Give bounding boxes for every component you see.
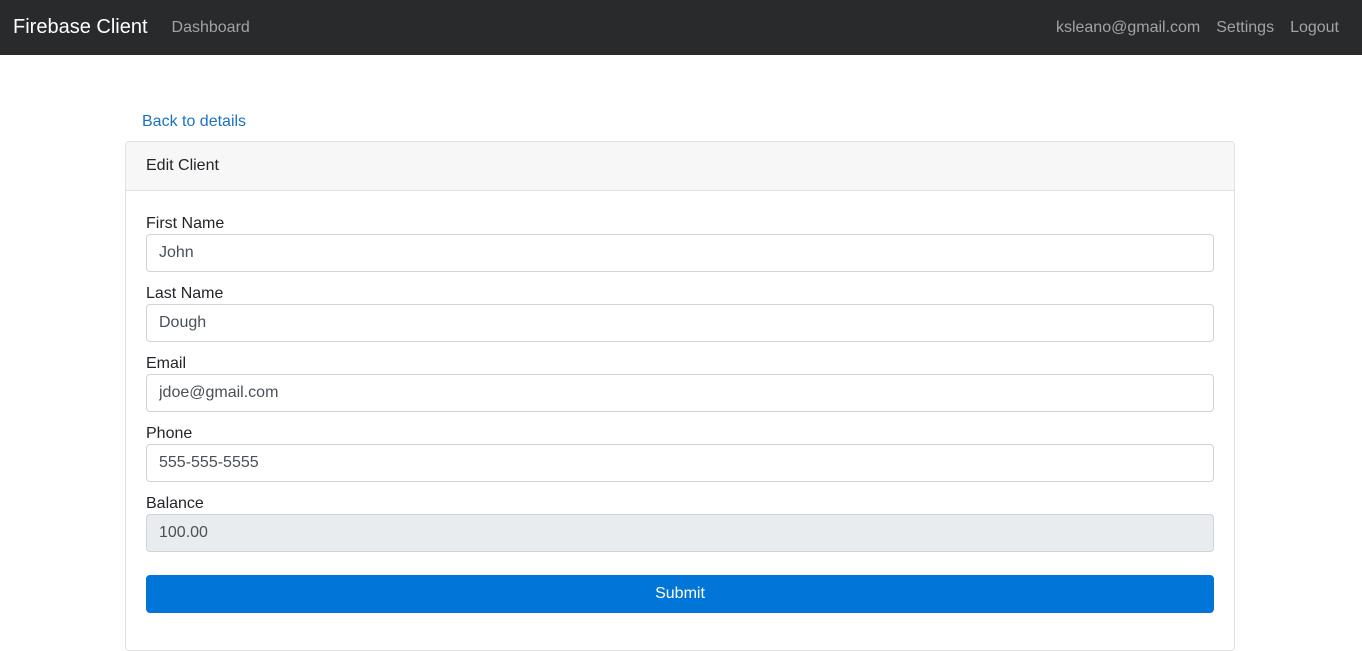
form-group-last-name: Last Name bbox=[146, 283, 1214, 353]
nav-link-settings[interactable]: Settings bbox=[1216, 19, 1274, 37]
nav-link-logout[interactable]: Logout bbox=[1290, 19, 1339, 37]
email-label: Email bbox=[146, 355, 187, 372]
first-name-label: First Name bbox=[146, 215, 225, 232]
first-name-input[interactable] bbox=[146, 234, 1214, 272]
form-group-phone: Phone bbox=[146, 423, 1214, 493]
card-header: Edit Client bbox=[126, 142, 1234, 191]
phone-input[interactable] bbox=[146, 444, 1214, 482]
submit-button[interactable]: Submit bbox=[146, 575, 1214, 613]
last-name-input[interactable] bbox=[146, 304, 1214, 342]
edit-client-card: Edit Client First Name Last Name Email P… bbox=[125, 141, 1235, 651]
navbar-brand[interactable]: Firebase Client bbox=[13, 16, 148, 39]
back-to-details-link[interactable]: Back to details bbox=[142, 113, 246, 131]
form-group-balance: Balance bbox=[146, 493, 1214, 563]
edit-client-form: First Name Last Name Email Phone Balance… bbox=[126, 191, 1234, 613]
balance-label: Balance bbox=[146, 495, 204, 512]
top-navbar: Firebase Client Dashboard ksleano@gmail.… bbox=[0, 0, 1362, 55]
form-group-email: Email bbox=[146, 353, 1214, 423]
form-group-first-name: First Name bbox=[146, 213, 1214, 283]
nav-link-dashboard[interactable]: Dashboard bbox=[172, 19, 250, 37]
navbar-right-group: ksleano@gmail.com Settings Logout bbox=[1056, 19, 1349, 37]
email-input[interactable] bbox=[146, 374, 1214, 412]
phone-label: Phone bbox=[146, 425, 193, 442]
balance-input bbox=[146, 514, 1214, 552]
last-name-label: Last Name bbox=[146, 285, 224, 302]
nav-link-user-email[interactable]: ksleano@gmail.com bbox=[1056, 19, 1200, 37]
